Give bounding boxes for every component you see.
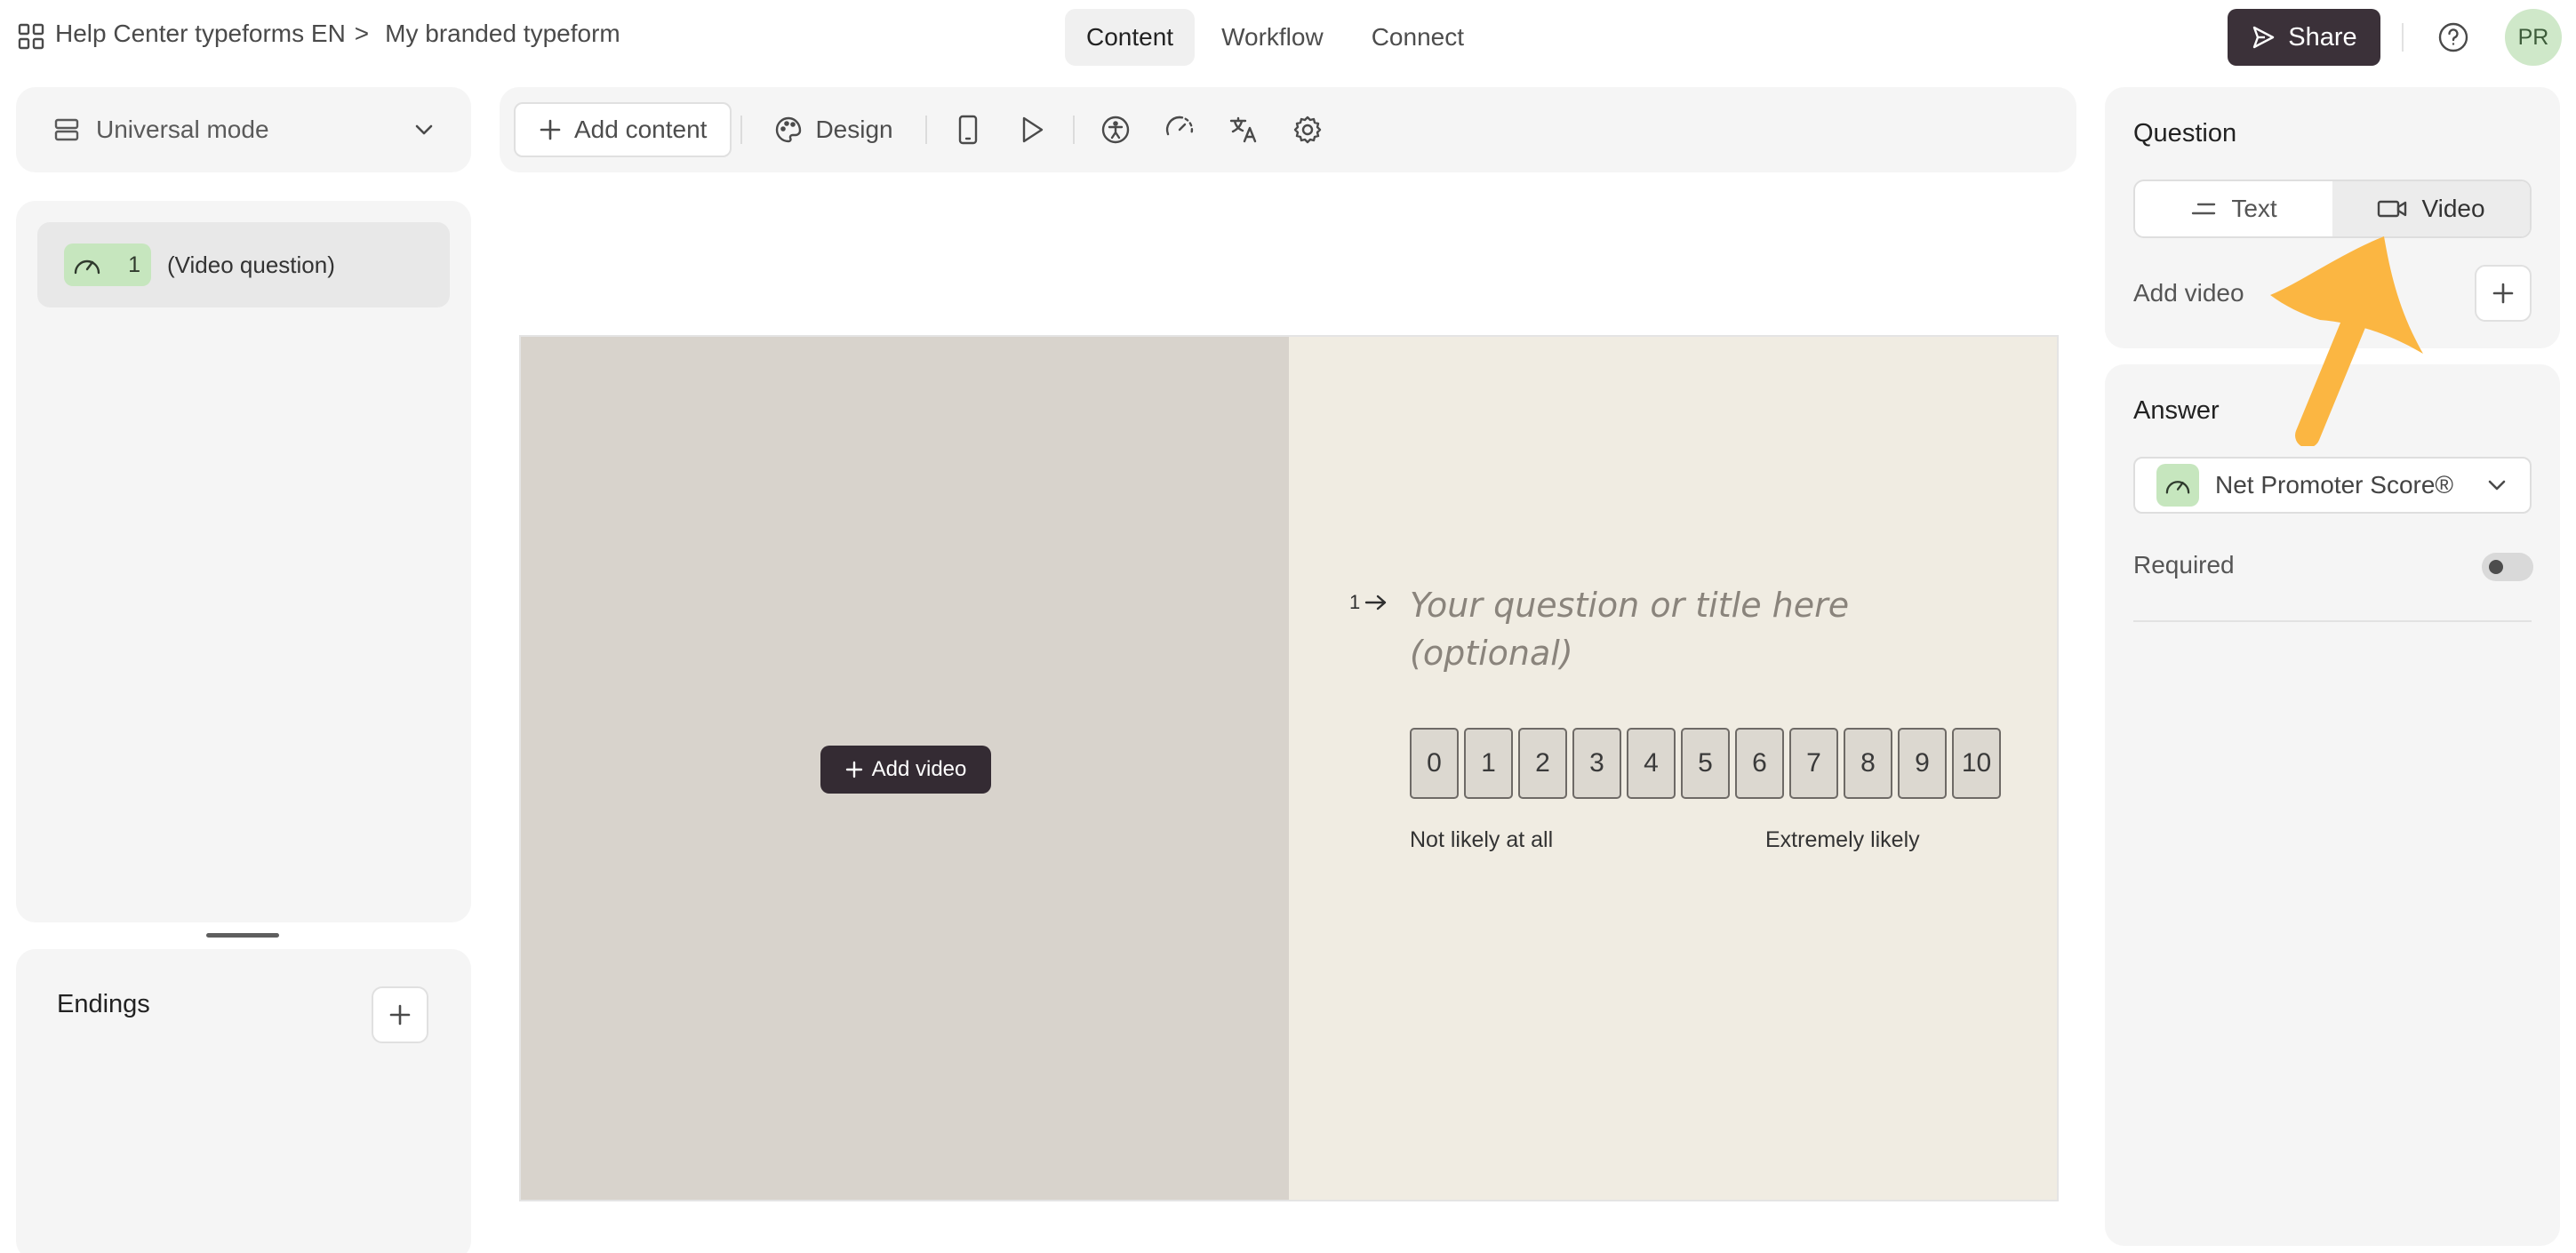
- design-label: Design: [815, 116, 893, 143]
- share-label: Share: [2288, 22, 2357, 52]
- mobile-preview-icon[interactable]: [936, 102, 1000, 157]
- breadcrumb-separator: >: [354, 20, 370, 47]
- top-bar: Help Center typeforms EN > My branded ty…: [0, 0, 2576, 75]
- annotation-arrow-icon: [2258, 224, 2444, 446]
- question-badge: 1: [64, 243, 151, 286]
- endings-panel: Endings: [16, 949, 471, 1253]
- add-ending-button[interactable]: [372, 986, 428, 1043]
- toolbar-divider: [924, 116, 927, 144]
- toolbar-divider: [740, 116, 743, 144]
- plus-icon: [2491, 281, 2516, 306]
- tab-connect[interactable]: Connect: [1350, 9, 1485, 66]
- required-toggle[interactable]: [2482, 553, 2533, 581]
- scale-option-3[interactable]: 3: [1572, 728, 1621, 799]
- add-video-label: Add video: [871, 757, 967, 781]
- scale-option-5[interactable]: 5: [1681, 728, 1730, 799]
- nps-scale: 0 1 2 3 4 5 6 7 8 9 10: [1410, 728, 2001, 799]
- divider: [2133, 620, 2532, 622]
- editor-toolbar: Add content Design: [500, 87, 2076, 172]
- arrow-right-icon: [1364, 593, 1388, 612]
- scale-option-0[interactable]: 0: [1410, 728, 1459, 799]
- question-label: (Video question): [167, 251, 335, 278]
- help-icon[interactable]: [2437, 21, 2469, 53]
- settings-gear-icon[interactable]: [1276, 102, 1340, 157]
- plus-icon: [388, 1002, 412, 1027]
- breadcrumb-form-name[interactable]: My branded typeform: [385, 20, 620, 48]
- divider: [2402, 23, 2404, 52]
- scale-option-6[interactable]: 6: [1735, 728, 1784, 799]
- loading-speed-icon[interactable]: [1148, 102, 1212, 157]
- grid-icon[interactable]: [18, 23, 44, 50]
- palette-icon: [774, 116, 803, 144]
- question-number-indicator: 1: [1349, 591, 1388, 614]
- plus-icon: [539, 118, 562, 141]
- scale-option-9[interactable]: 9: [1898, 728, 1947, 799]
- toggle-knob: [2489, 560, 2503, 574]
- scale-option-2[interactable]: 2: [1518, 728, 1567, 799]
- add-content-button[interactable]: Add content: [514, 102, 732, 157]
- video-camera-icon: [2377, 198, 2407, 219]
- scale-option-1[interactable]: 1: [1464, 728, 1513, 799]
- mode-label: Universal mode: [96, 116, 269, 143]
- endings-label: Endings: [57, 990, 150, 1018]
- tab-content[interactable]: Content: [1065, 9, 1196, 66]
- video-area: Add video: [521, 337, 1289, 1200]
- text-lines-icon: [2190, 199, 2217, 219]
- answer-type-dropdown[interactable]: Net Promoter Score®: [2133, 457, 2532, 514]
- translate-icon[interactable]: [1212, 102, 1276, 157]
- scale-option-8[interactable]: 8: [1844, 728, 1892, 799]
- breadcrumb: Help Center typeforms EN > My branded ty…: [55, 20, 620, 48]
- question-list: 1 (Video question): [16, 201, 471, 922]
- question-area: 1 Your question or title here (optional)…: [1289, 337, 2057, 1200]
- tab-workflow[interactable]: Workflow: [1200, 9, 1345, 66]
- scale-option-4[interactable]: 4: [1627, 728, 1676, 799]
- share-button[interactable]: Share: [2228, 9, 2380, 66]
- chevron-down-icon: [2485, 474, 2508, 497]
- required-label: Required: [2133, 551, 2235, 579]
- form-preview: Add video 1 Your question or title here …: [519, 335, 2059, 1201]
- scale-option-7[interactable]: 7: [1789, 728, 1838, 799]
- question-index: 1: [1349, 591, 1361, 613]
- breadcrumb-workspace[interactable]: Help Center typeforms EN: [55, 20, 346, 48]
- layers-icon: [53, 116, 80, 143]
- add-content-label: Add content: [574, 116, 708, 143]
- list-item-question-1[interactable]: 1 (Video question): [37, 222, 450, 307]
- text-option-label: Text: [2231, 195, 2277, 222]
- avatar[interactable]: PR: [2505, 9, 2562, 66]
- scale-option-10[interactable]: 10: [1952, 728, 2001, 799]
- add-video-label: Add video: [2133, 279, 2244, 307]
- answer-section-title: Answer: [2133, 396, 2220, 425]
- scale-label-low: Not likely at all: [1410, 827, 1554, 852]
- gauge-icon: [71, 251, 103, 278]
- answer-settings-panel: Answer Net Promoter Score® Required: [2105, 364, 2560, 1246]
- play-icon[interactable]: [1000, 102, 1064, 157]
- add-video-plus-button[interactable]: [2475, 265, 2532, 322]
- toolbar-divider: [1072, 116, 1075, 144]
- gauge-icon: [2156, 464, 2199, 507]
- question-title-input[interactable]: Your question or title here (optional): [1410, 581, 1925, 677]
- question-section-title: Question: [2133, 119, 2237, 148]
- send-icon: [2251, 25, 2276, 50]
- mode-selector[interactable]: Universal mode: [16, 87, 471, 172]
- video-option-label: Video: [2421, 195, 2485, 222]
- accessibility-icon[interactable]: [1084, 102, 1148, 157]
- scale-label-high: Extremely likely: [1765, 827, 1920, 852]
- plus-icon: [845, 761, 863, 778]
- main-tabs: Content Workflow Connect: [1065, 9, 1485, 66]
- answer-type-label: Net Promoter Score®: [2215, 471, 2454, 499]
- resize-handle[interactable]: [206, 933, 279, 938]
- design-button[interactable]: Design: [751, 102, 916, 157]
- question-number: 1: [128, 251, 140, 277]
- chevron-down-icon: [412, 118, 436, 141]
- add-video-button[interactable]: Add video: [820, 746, 991, 794]
